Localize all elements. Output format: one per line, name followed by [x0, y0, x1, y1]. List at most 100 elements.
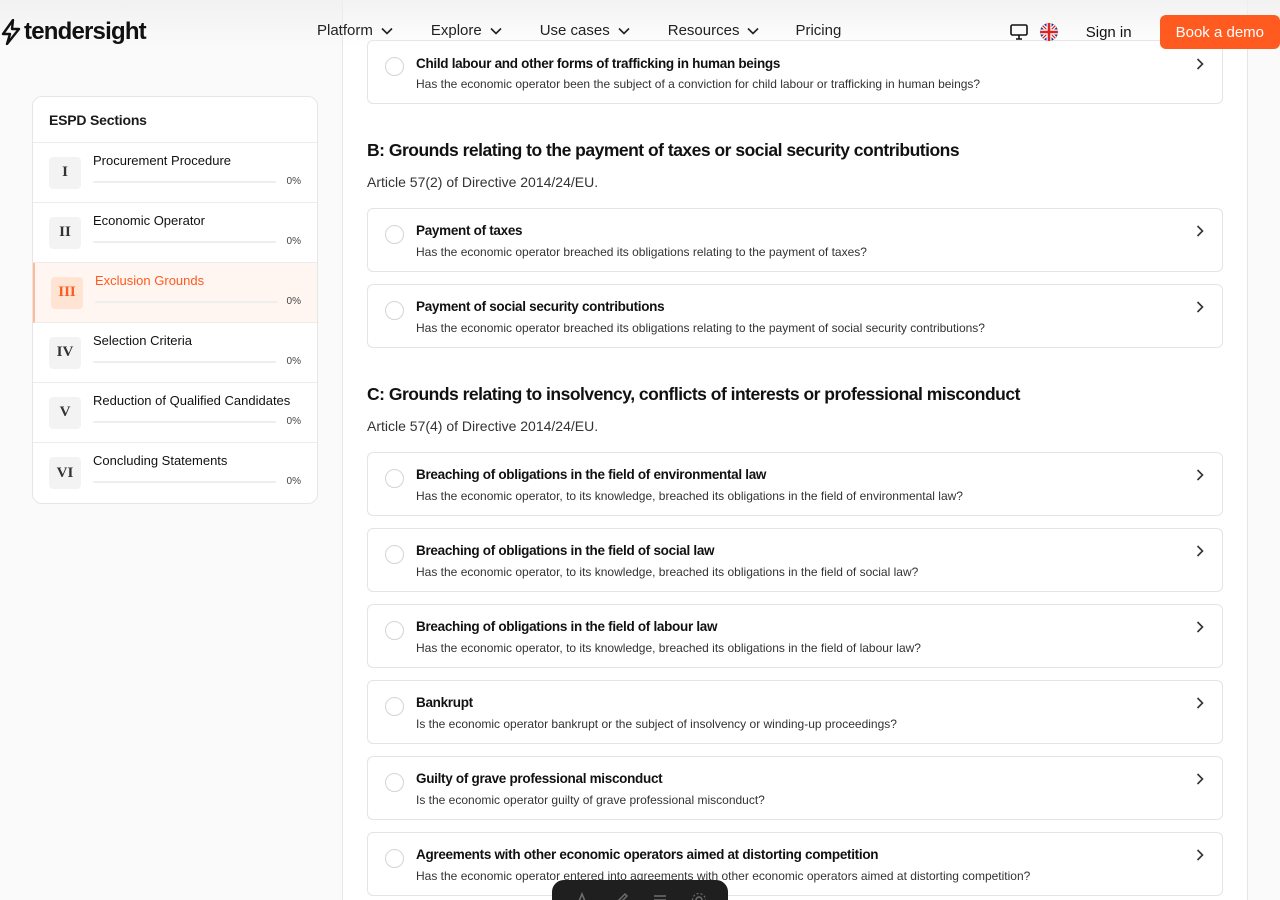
espd-sections-sidebar: ESPD Sections I Procurement Procedure 0%…: [32, 96, 318, 504]
sidebar-title: ESPD Sections: [33, 97, 317, 143]
question-card-environmental-law[interactable]: Breaching of obligations in the field of…: [367, 452, 1223, 516]
section-percent: 0%: [286, 235, 301, 247]
question-radio[interactable]: [385, 301, 404, 320]
top-navigation: tendersight Platform Explore Use cases R…: [0, 0, 1280, 64]
chevron-right-icon: [1196, 545, 1204, 557]
chevron-down-icon: [618, 27, 630, 35]
chevron-right-icon: [1196, 849, 1204, 861]
nav-platform[interactable]: Platform: [317, 22, 393, 39]
section-progress-bar: [93, 240, 276, 243]
sign-in-link[interactable]: Sign in: [1086, 24, 1132, 41]
question-title: Breaching of obligations in the field of…: [416, 467, 767, 482]
chevron-right-icon: [1196, 621, 1204, 633]
question-card-professional-misconduct[interactable]: Guilty of grave professional misconduct …: [367, 756, 1223, 820]
section-progress-bar: [93, 180, 276, 183]
question-radio[interactable]: [385, 545, 404, 564]
question-description: Is the economic operator bankrupt or the…: [416, 717, 897, 731]
sidebar-item-reduction-of-qualified-candidates[interactable]: V Reduction of Qualified Candidates 0%: [33, 383, 317, 443]
question-radio[interactable]: [385, 697, 404, 716]
question-radio[interactable]: [385, 849, 404, 868]
question-title: Bankrupt: [416, 695, 473, 710]
sidebar-item-exclusion-grounds[interactable]: III Exclusion Grounds 0%: [33, 263, 317, 323]
chevron-right-icon: [1196, 697, 1204, 709]
nav-actions: Sign in Book a demo: [1009, 15, 1280, 49]
nav-resources[interactable]: Resources: [668, 22, 760, 39]
list-tool-icon[interactable]: [652, 892, 668, 900]
question-card-payment-of-taxes[interactable]: Payment of taxes Has the economic operat…: [367, 208, 1223, 272]
question-card-social-law[interactable]: Breaching of obligations in the field of…: [367, 528, 1223, 592]
question-description: Is the economic operator guilty of grave…: [416, 793, 765, 807]
question-radio[interactable]: [385, 469, 404, 488]
question-card-labour-law[interactable]: Breaching of obligations in the field of…: [367, 604, 1223, 668]
nav-use-cases-label: Use cases: [539, 22, 610, 39]
chevron-right-icon: [1196, 225, 1204, 237]
section-label: Economic Operator: [93, 212, 205, 228]
question-title: Breaching of obligations in the field of…: [416, 543, 715, 558]
nav-explore-label: Explore: [430, 22, 482, 39]
question-description: Has the economic operator, to its knowle…: [416, 565, 919, 579]
sidebar-item-procurement-procedure[interactable]: I Procurement Procedure 0%: [33, 143, 317, 203]
question-description: Has the economic operator breached its o…: [416, 245, 867, 259]
section-c-subtitle: Article 57(4) of Directive 2014/24/EU.: [367, 418, 599, 434]
text-tool-icon[interactable]: [574, 892, 590, 900]
question-title: Payment of social security contributions: [416, 299, 665, 314]
logo-bolt-icon: [1, 19, 21, 45]
nav-platform-label: Platform: [317, 22, 373, 39]
chevron-right-icon: [1196, 469, 1204, 481]
section-percent: 0%: [286, 355, 301, 367]
settings-icon[interactable]: [691, 892, 707, 900]
section-c-heading: C: Grounds relating to insolvency, confl…: [367, 384, 1020, 404]
nav-menu: Platform Explore Use cases Resources Pri…: [317, 22, 879, 39]
section-numeral: I: [49, 156, 81, 189]
nav-pricing[interactable]: Pricing: [795, 22, 841, 39]
nav-resources-label: Resources: [667, 22, 740, 39]
logo[interactable]: tendersight: [0, 18, 147, 46]
book-demo-button[interactable]: Book a demo: [1159, 15, 1280, 49]
question-card-bankrupt[interactable]: Bankrupt Is the economic operator bankru…: [367, 680, 1223, 744]
nav-use-cases[interactable]: Use cases: [540, 22, 630, 39]
question-card-distorting-competition[interactable]: Agreements with other economic operators…: [367, 832, 1223, 896]
section-label: Selection Criteria: [93, 332, 192, 348]
chevron-down-icon: [381, 27, 393, 35]
section-numeral: III: [51, 276, 83, 309]
pen-tool-icon[interactable]: [613, 892, 629, 900]
section-progress-bar: [93, 481, 276, 483]
section-percent: 0%: [286, 175, 301, 187]
question-card-social-security[interactable]: Payment of social security contributions…: [367, 284, 1223, 348]
question-radio[interactable]: [385, 773, 404, 792]
question-title: Payment of taxes: [416, 223, 523, 238]
question-title: Guilty of grave professional misconduct: [416, 771, 663, 786]
section-b-heading: B: Grounds relating to the payment of ta…: [367, 140, 960, 160]
chevron-down-icon: [490, 27, 502, 35]
section-numeral: IV: [49, 336, 81, 369]
question-description: Has the economic operator, to its knowle…: [416, 489, 963, 503]
logo-text: tendersight: [24, 18, 147, 45]
chevron-right-icon: [1196, 301, 1204, 313]
question-radio[interactable]: [385, 621, 404, 640]
section-percent: 0%: [286, 476, 301, 487]
question-description: Has the economic operator entered into a…: [416, 869, 1031, 883]
section-numeral: II: [49, 216, 81, 249]
question-title: Agreements with other economic operators…: [416, 847, 879, 862]
nav-pricing-label: Pricing: [795, 22, 842, 39]
sidebar-item-concluding-statements[interactable]: VI Concluding Statements 0%: [33, 443, 317, 503]
question-title: Breaching of obligations in the field of…: [416, 619, 718, 634]
section-progress-bar: [93, 420, 276, 423]
sidebar-item-economic-operator[interactable]: II Economic Operator 0%: [33, 203, 317, 263]
sidebar-item-selection-criteria[interactable]: IV Selection Criteria 0%: [33, 323, 317, 383]
floating-toolbar: [552, 880, 728, 900]
section-b-subtitle: Article 57(2) of Directive 2014/24/EU.: [367, 174, 599, 190]
section-progress-bar: [93, 360, 276, 363]
uk-flag-icon[interactable]: [1039, 23, 1058, 41]
section-numeral: V: [49, 396, 81, 429]
section-label: Exclusion Grounds: [95, 272, 205, 288]
question-radio[interactable]: [385, 225, 404, 244]
nav-explore[interactable]: Explore: [431, 22, 502, 39]
question-description: Has the economic operator breached its o…: [416, 321, 985, 335]
section-label: Procurement Procedure: [93, 152, 232, 168]
monitor-icon[interactable]: [1009, 24, 1028, 40]
section-percent: 0%: [286, 415, 301, 427]
question-description: Has the economic operator been the subje…: [416, 77, 981, 91]
question-description: Has the economic operator, to its knowle…: [416, 641, 921, 655]
section-numeral: VI: [49, 457, 81, 489]
